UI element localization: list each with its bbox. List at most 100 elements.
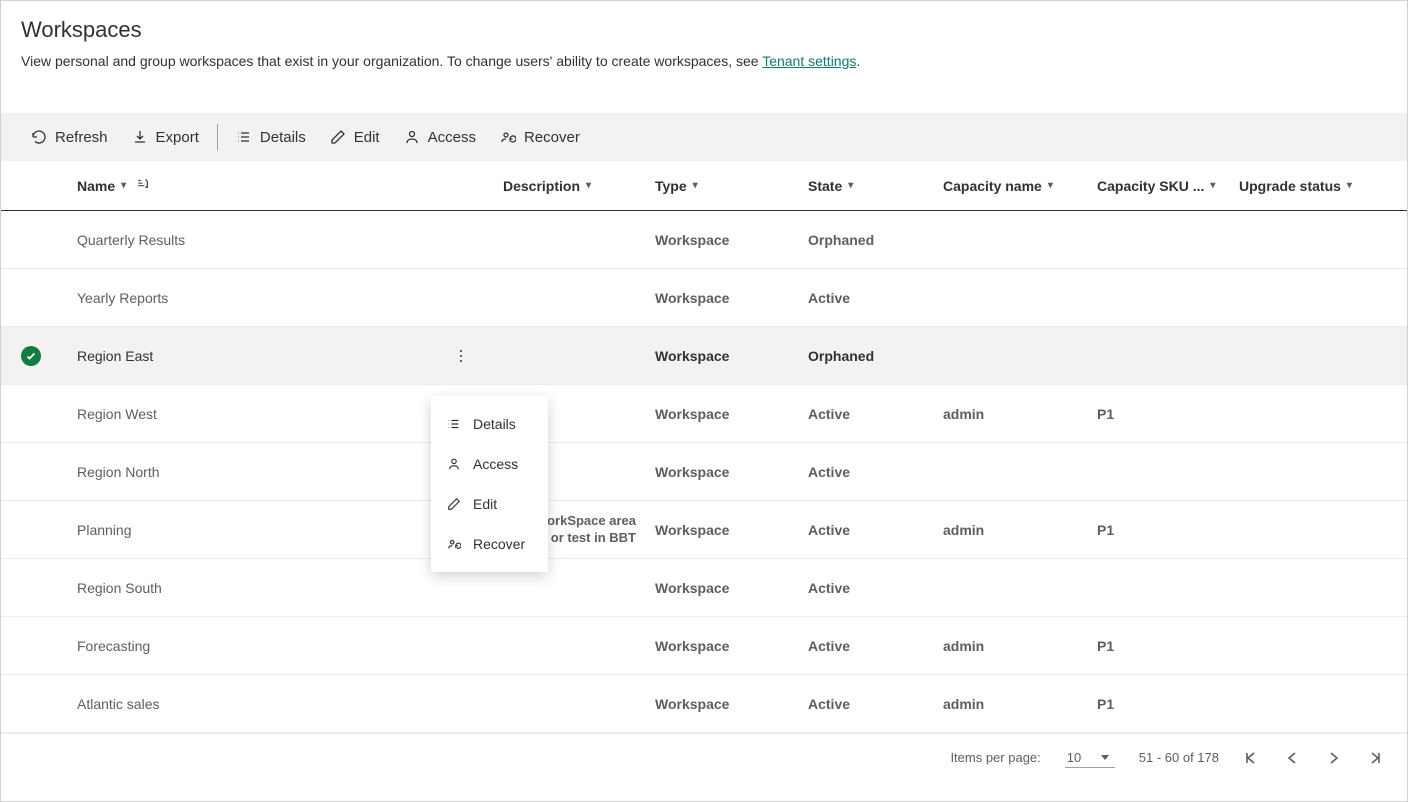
cell-state: Active [808,696,943,712]
column-name-label: Name [77,178,115,194]
pencil-icon [447,497,461,511]
column-capacity-name-label: Capacity name [943,178,1042,194]
toolbar-divider [217,124,218,150]
recover-icon [447,537,461,551]
next-page-button[interactable] [1327,751,1341,765]
cell-type: Workspace [655,580,808,596]
edit-label: Edit [354,129,380,146]
menu-item-access[interactable]: Access [431,444,548,484]
column-type-header[interactable]: Type ▾ [655,178,808,194]
list-icon [447,417,461,431]
table-row[interactable]: Region South Workspace Active [1,559,1407,617]
cell-sku: P1 [1097,406,1239,422]
items-per-page-label: Items per page: [950,750,1040,765]
chevron-down-icon: ▾ [693,180,698,191]
details-label: Details [260,129,306,146]
list-icon [236,129,252,145]
access-button[interactable]: Access [392,121,488,153]
cell-type: Workspace [655,348,808,364]
dropdown-icon [1101,755,1109,760]
subtitle-text: View personal and group workspaces that … [21,53,762,69]
prev-page-button[interactable] [1285,751,1299,765]
cell-capacity: admin [943,696,1097,712]
page-title: Workspaces [1,1,1407,43]
pagination: Items per page: 10 51 - 60 of 178 [1,733,1407,781]
items-per-page-value: 10 [1067,750,1081,765]
column-description-label: Description [503,178,580,194]
table-row[interactable]: Forecasting Workspace Active admin P1 [1,617,1407,675]
sort-icon[interactable] [136,177,150,194]
menu-item-edit[interactable]: Edit [431,484,548,524]
table-row[interactable]: Planning orkSpace area or test in BBT Wo… [1,501,1407,559]
recover-button[interactable]: Recover [488,121,592,153]
cell-state: Active [808,290,943,306]
cell-capacity: admin [943,522,1097,538]
table-header: Name ▾ Description ▾ Type ▾ State ▾ Capa… [1,161,1407,211]
table-row[interactable]: Region East Workspace Orphaned [1,327,1407,385]
cell-state: Active [808,464,943,480]
column-upgrade-status-label: Upgrade status [1239,178,1341,194]
cell-sku: P1 [1097,638,1239,654]
chevron-down-icon: ▾ [1347,180,1352,191]
toolbar: Refresh Export Details Edit Access Recov… [1,113,1407,161]
column-state-label: State [808,178,842,194]
menu-item-recover[interactable]: Recover [431,524,548,564]
menu-item-recover-label: Recover [473,536,525,552]
cell-state: Orphaned [808,232,943,248]
cell-type: Workspace [655,232,808,248]
table-row[interactable]: Quarterly Results Workspace Orphaned [1,211,1407,269]
refresh-label: Refresh [55,129,108,146]
first-page-button[interactable] [1243,751,1257,765]
column-capacity-sku-header[interactable]: Capacity SKU ... ▾ [1097,178,1239,194]
column-upgrade-status-header[interactable]: Upgrade status ▾ [1239,178,1379,194]
menu-item-details-label: Details [473,416,516,432]
cell-state: Active [808,406,943,422]
table-row[interactable]: Atlantic sales Workspace Active admin P1 [1,675,1407,733]
column-description-header[interactable]: Description ▾ [503,178,655,194]
items-per-page-select[interactable]: 10 [1065,748,1115,768]
refresh-icon [31,129,47,145]
refresh-button[interactable]: Refresh [19,121,120,153]
table-row[interactable]: Region North Workspace Active [1,443,1407,501]
cell-name: Yearly Reports [77,290,503,306]
person-icon [447,457,461,471]
page-subtitle: View personal and group workspaces that … [1,43,1407,69]
pencil-icon [330,129,346,145]
chevron-down-icon: ▾ [1048,180,1053,191]
checkmark-icon[interactable] [21,346,41,366]
cell-type: Workspace [655,406,808,422]
column-state-header[interactable]: State ▾ [808,178,943,194]
cell-name: Atlantic sales [77,696,503,712]
menu-item-details[interactable]: Details [431,404,548,444]
cell-name: Quarterly Results [77,232,503,248]
tenant-settings-link[interactable]: Tenant settings [762,53,856,69]
cell-sku: P1 [1097,696,1239,712]
column-type-label: Type [655,178,687,194]
subtitle-after: . [856,53,860,69]
cell-type: Workspace [655,464,808,480]
export-button[interactable]: Export [120,121,211,153]
cell-state: Orphaned [808,348,943,364]
column-name-header[interactable]: Name ▾ [77,177,503,194]
menu-item-edit-label: Edit [473,496,497,512]
column-capacity-sku-label: Capacity SKU ... [1097,178,1204,194]
cell-name: Region South [77,580,503,596]
cell-type: Workspace [655,290,808,306]
cell-type: Workspace [655,638,808,654]
edit-button[interactable]: Edit [318,121,392,153]
column-capacity-name-header[interactable]: Capacity name ▾ [943,178,1097,194]
recover-icon [500,129,516,145]
cell-name: Forecasting [77,638,503,654]
pagination-range: 51 - 60 of 178 [1139,750,1219,765]
cell-sku: P1 [1097,522,1239,538]
access-label: Access [428,129,476,146]
last-page-button[interactable] [1369,751,1383,765]
recover-label: Recover [524,129,580,146]
table-row[interactable]: Yearly Reports Workspace Active [1,269,1407,327]
more-options-button[interactable] [449,344,473,368]
cell-state: Active [808,638,943,654]
cell-capacity: admin [943,638,1097,654]
details-button[interactable]: Details [224,121,318,153]
context-menu: Details Access Edit Recover [431,396,548,572]
table-row[interactable]: Region West Workspace Active admin P1 [1,385,1407,443]
